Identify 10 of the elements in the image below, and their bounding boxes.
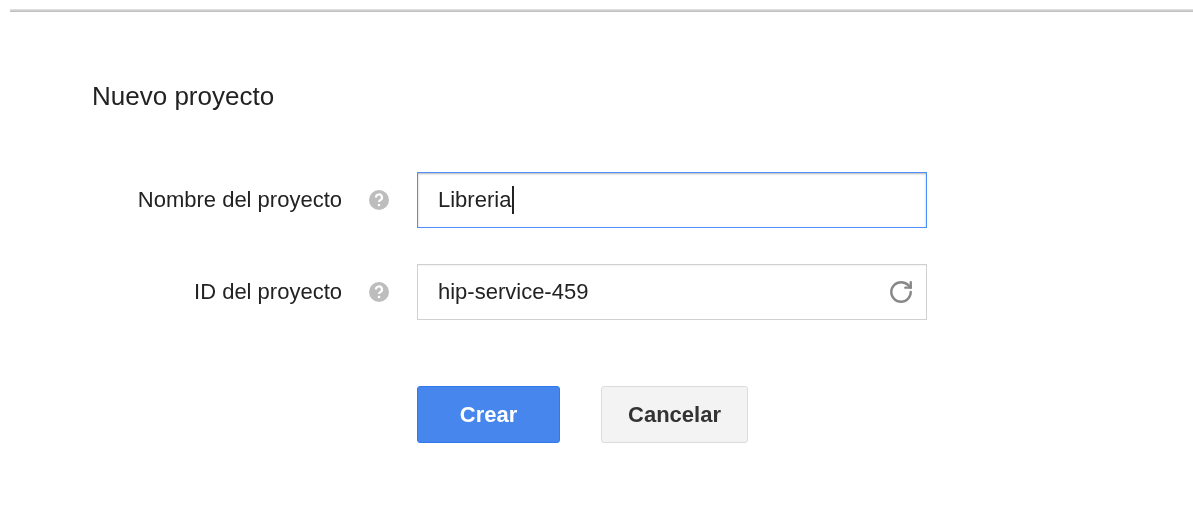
refresh-icon[interactable] <box>888 279 914 305</box>
help-icon[interactable] <box>368 281 390 303</box>
create-button[interactable]: Crear <box>417 386 560 443</box>
field-label: Nombre del proyecto <box>136 187 342 213</box>
input-field[interactable]: hip-service-459 <box>417 264 927 320</box>
input-field[interactable]: Libreria <box>417 172 927 228</box>
cancel-button[interactable]: Cancelar <box>601 386 748 443</box>
help-icon[interactable] <box>368 189 390 211</box>
field-label: ID del proyecto <box>193 279 342 305</box>
dialog-title: Nuevo proyecto <box>92 81 275 112</box>
